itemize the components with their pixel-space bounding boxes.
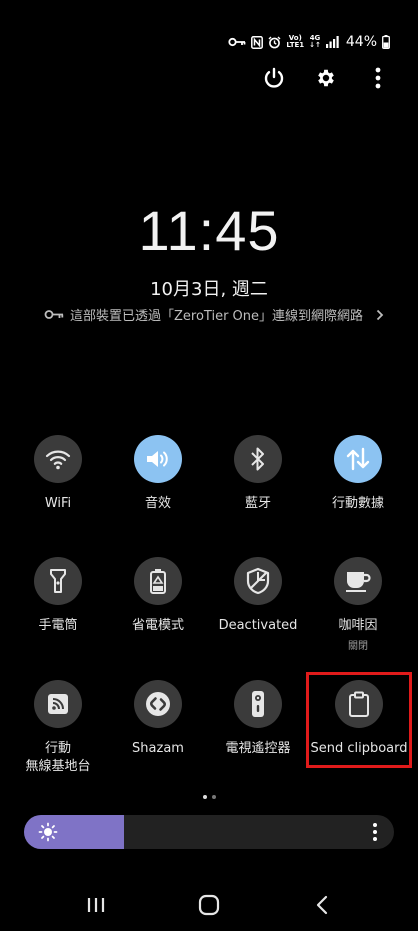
back-button[interactable] [302,893,342,917]
network-type-indicator: 4G ↓↑ [309,35,321,49]
tile-flashlight-button[interactable] [34,557,82,605]
recents-button[interactable] [76,893,116,917]
network-type-bottom: ↓↑ [309,41,321,49]
tile-caffeine-button[interactable] [334,557,382,605]
quick-panel: Vo) LTE1 4G ↓↑ 44% 11:45 10月3日, 週二 這部裝置已… [0,0,418,931]
tile-bluetooth-button[interactable] [234,435,282,483]
tile-label: 咖啡因 [338,618,378,633]
nfc-icon [251,35,264,49]
signal-icon [325,36,339,48]
battery-icon [382,35,390,49]
tile-mobile-hotspot-button[interactable] [34,680,82,728]
tile-shazam-button[interactable] [134,680,182,728]
tile-deactivated-button[interactable] [234,557,282,605]
flashlight-icon [50,569,66,593]
vpn-notice[interactable]: 這部裝置已透過「ZeroTier One」連線到網際網路 [44,305,384,324]
tile-tv-remote[interactable]: 電視遙控器 [208,680,308,758]
tile-tv-remote-button[interactable] [234,680,282,728]
alarm-icon [268,36,281,49]
header-actions [260,64,392,92]
tile-sound-button[interactable] [134,435,182,483]
tile-sublabel: 關閉 [348,641,368,652]
gear-icon [318,69,334,87]
tile-label: WiFi [44,496,72,511]
tile-wifi-button[interactable] [34,435,82,483]
wifi-icon [45,450,71,470]
tile-caffeine[interactable]: 咖啡因 關閉 [308,557,408,652]
tile-deactivated[interactable]: Deactivated [208,557,308,635]
tile-power-saving-button[interactable] [134,557,182,605]
vpn-notice-text: 這部裝置已透過「ZeroTier One」連線到網際網路 [70,309,364,324]
shazam-icon [146,692,170,716]
tile-label: 電視遙控器 [225,741,291,756]
coffee-icon [346,572,371,592]
tile-label: 省電模式 [131,618,184,633]
highlight-box [306,672,412,768]
tile-label: Deactivated [218,618,298,633]
more-vert-icon [375,67,381,89]
tile-label: 音效 [144,496,171,511]
tile-mobile-hotspot[interactable]: 行動 無線基地台 [8,680,108,776]
tile-label: Shazam [132,741,184,756]
tile-label: 手電筒 [38,618,78,633]
tile-label: 行動 [44,741,71,756]
key-icon [228,37,246,47]
recents-icon [88,898,105,912]
navigation-bar [0,893,418,917]
battery-saver-icon [150,569,166,594]
tile-label: 藍牙 [244,496,271,511]
tile-wifi[interactable]: WiFi [8,435,108,513]
bluetooth-icon [251,447,264,471]
home-icon [198,894,220,916]
tile-power-saving[interactable]: 省電模式 [108,557,208,635]
page-indicator [0,795,418,799]
back-icon [316,895,327,915]
volte-bottom: LTE1 [286,41,305,49]
volte-indicator: Vo) LTE1 [286,35,304,49]
mobile-data-icon [346,447,370,471]
power-button[interactable] [260,64,288,92]
tile-sound[interactable]: 音效 [108,435,208,513]
tile-shazam[interactable]: Shazam [108,680,208,758]
battery-percent: 44% [345,34,377,50]
remote-icon [252,691,264,717]
brightness-slider[interactable] [24,815,394,849]
more-vert-icon[interactable] [372,822,378,842]
shield-icon [246,567,270,595]
more-options-button[interactable] [364,64,392,92]
home-button[interactable] [189,893,229,917]
clock-date[interactable]: 10月3日, 週二 [0,275,418,301]
tile-label: 行動數據 [331,496,384,511]
sun-icon [38,822,58,842]
key-icon [44,310,64,319]
page-dot-active [202,795,207,799]
page-dot [211,795,216,799]
settings-button[interactable] [312,64,340,92]
clock-time[interactable]: 11:45 [0,198,418,263]
tile-bluetooth[interactable]: 藍牙 [208,435,308,513]
tile-label-line2: 無線基地台 [25,759,91,774]
chevron-right-icon [376,309,384,320]
status-bar: Vo) LTE1 4G ↓↑ 44% [228,34,390,50]
tile-mobile-data[interactable]: 行動數據 [308,435,408,513]
volume-icon [147,451,168,467]
tile-mobile-data-button[interactable] [334,435,382,483]
hotspot-icon [48,694,68,714]
power-icon [264,67,284,88]
tile-flashlight[interactable]: 手電筒 [8,557,108,635]
